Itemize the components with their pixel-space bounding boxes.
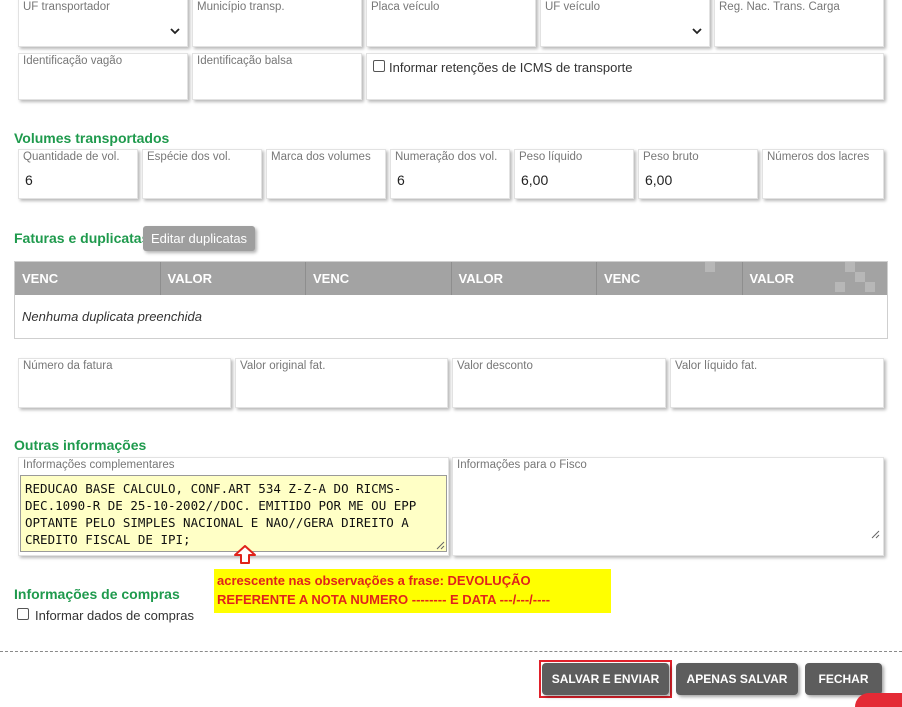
uf-veiculo-select[interactable]: UF veículo bbox=[540, 0, 710, 47]
placa-veiculo-field[interactable]: Placa veículo bbox=[366, 0, 536, 47]
floating-action-button[interactable] bbox=[855, 693, 902, 707]
numero-fatura-label: Número da fatura bbox=[23, 360, 113, 372]
peso-bruto-label: Peso bruto bbox=[643, 151, 699, 163]
chevron-down-icon bbox=[692, 28, 702, 35]
municipio-transp-field[interactable]: Município transp. bbox=[192, 0, 362, 47]
peso-liquido-label: Peso líquido bbox=[519, 151, 583, 163]
pixel-artifact bbox=[705, 262, 715, 272]
peso-bruto-value: 6,00 bbox=[645, 172, 673, 188]
uf-veiculo-label: UF veículo bbox=[545, 1, 600, 13]
uf-transportador-label: UF transportador bbox=[23, 1, 110, 13]
fechar-button[interactable]: FECHAR bbox=[805, 663, 882, 695]
marca-volumes-label: Marca dos volumes bbox=[271, 151, 371, 163]
icms-retencoes-label: Informar retenções de ICMS de transporte bbox=[389, 60, 633, 75]
especie-vol-field[interactable]: Espécie dos vol. bbox=[142, 149, 262, 199]
column-header-valor[interactable]: VALOR bbox=[452, 262, 597, 295]
column-header-venc[interactable]: VENC bbox=[597, 262, 743, 295]
pixel-artifact bbox=[835, 282, 845, 292]
identificacao-balsa-field[interactable]: Identificação balsa bbox=[192, 53, 362, 100]
placa-veiculo-label: Placa veículo bbox=[371, 1, 440, 13]
uf-transportador-select[interactable]: UF transportador bbox=[18, 0, 188, 47]
chevron-down-icon bbox=[170, 28, 180, 35]
resize-grip-icon[interactable] bbox=[436, 541, 445, 550]
quantidade-vol-value: 6 bbox=[25, 172, 33, 188]
numeracao-vol-field[interactable]: Numeração dos vol. 6 bbox=[390, 149, 510, 199]
informacoes-complementares-textarea[interactable]: REDUCAO BASE CALCULO, CONF.ART 534 Z-Z-A… bbox=[20, 475, 447, 552]
peso-liquido-value: 6,00 bbox=[521, 172, 549, 188]
marca-volumes-field[interactable]: Marca dos volumes bbox=[266, 149, 386, 199]
resize-grip-icon[interactable] bbox=[871, 530, 880, 539]
column-header-venc[interactable]: VENC bbox=[306, 262, 452, 295]
peso-bruto-field[interactable]: Peso bruto 6,00 bbox=[638, 149, 758, 199]
outras-section-title: Outras informações bbox=[14, 437, 147, 453]
footer-divider bbox=[0, 651, 902, 652]
column-header-venc[interactable]: VENC bbox=[15, 262, 161, 295]
numeros-lacres-field[interactable]: Números dos lacres bbox=[762, 149, 884, 199]
informar-compras-label: Informar dados de compras bbox=[35, 608, 194, 623]
editar-duplicatas-button[interactable]: Editar duplicatas bbox=[143, 226, 255, 251]
identificacao-vagao-label: Identificação vagão bbox=[23, 55, 123, 67]
numeracao-vol-label: Numeração dos vol. bbox=[395, 151, 498, 163]
duplicatas-table: VENC VALOR VENC VALOR VENC VALOR Nenhuma… bbox=[14, 261, 888, 339]
municipio-transp-label: Município transp. bbox=[197, 1, 285, 13]
informacoes-fisco-label: Informações para o Fisco bbox=[457, 459, 587, 471]
informar-compras-checkbox[interactable] bbox=[17, 608, 29, 620]
numero-fatura-field[interactable]: Número da fatura bbox=[18, 358, 231, 408]
annotation-note: acrescente nas observações a frase: DEVO… bbox=[214, 569, 611, 613]
compras-section-title: Informações de compras bbox=[14, 586, 180, 602]
empty-table-message: Nenhuma duplicata preenchida bbox=[22, 309, 202, 324]
reg-nac-trans-carga-field[interactable]: Reg. Nac. Trans. Carga bbox=[714, 0, 884, 47]
informacoes-complementares-label: Informações complementares bbox=[23, 459, 175, 471]
numeros-lacres-label: Números dos lacres bbox=[767, 151, 870, 163]
valor-liquido-fat-label: Valor líquido fat. bbox=[675, 360, 758, 372]
reg-nac-trans-carga-label: Reg. Nac. Trans. Carga bbox=[719, 1, 840, 13]
valor-desconto-label: Valor desconto bbox=[457, 360, 533, 372]
faturas-section-title: Faturas e duplicatas bbox=[14, 230, 150, 246]
valor-original-fat-field[interactable]: Valor original fat. bbox=[235, 358, 448, 408]
icms-retencoes-checkbox[interactable] bbox=[373, 60, 385, 72]
informacoes-fisco-field[interactable]: Informações para o Fisco bbox=[452, 457, 884, 556]
volumes-section-title: Volumes transportados bbox=[14, 130, 170, 146]
pixel-artifact bbox=[855, 272, 865, 282]
quantidade-vol-field[interactable]: Quantidade de vol. 6 bbox=[18, 149, 138, 199]
peso-liquido-field[interactable]: Peso líquido 6,00 bbox=[514, 149, 634, 199]
valor-liquido-fat-field[interactable]: Valor líquido fat. bbox=[670, 358, 884, 408]
arrow-up-icon bbox=[234, 545, 256, 564]
salvar-enviar-button[interactable]: SALVAR E ENVIAR bbox=[542, 663, 669, 695]
quantidade-vol-label: Quantidade de vol. bbox=[23, 151, 120, 163]
pixel-artifact bbox=[865, 282, 875, 292]
identificacao-balsa-label: Identificação balsa bbox=[197, 55, 293, 67]
valor-desconto-field[interactable]: Valor desconto bbox=[452, 358, 666, 408]
numeracao-vol-value: 6 bbox=[397, 172, 405, 188]
apenas-salvar-button[interactable]: APENAS SALVAR bbox=[676, 663, 798, 695]
column-header-valor[interactable]: VALOR bbox=[161, 262, 306, 295]
duplicatas-table-header: VENC VALOR VENC VALOR VENC VALOR bbox=[15, 262, 887, 295]
identificacao-vagao-field[interactable]: Identificação vagão bbox=[18, 53, 188, 100]
pixel-artifact bbox=[845, 262, 855, 272]
icms-retencoes-box: Informar retenções de ICMS de transporte bbox=[366, 53, 884, 100]
valor-original-fat-label: Valor original fat. bbox=[240, 360, 326, 372]
especie-vol-label: Espécie dos vol. bbox=[147, 151, 231, 163]
